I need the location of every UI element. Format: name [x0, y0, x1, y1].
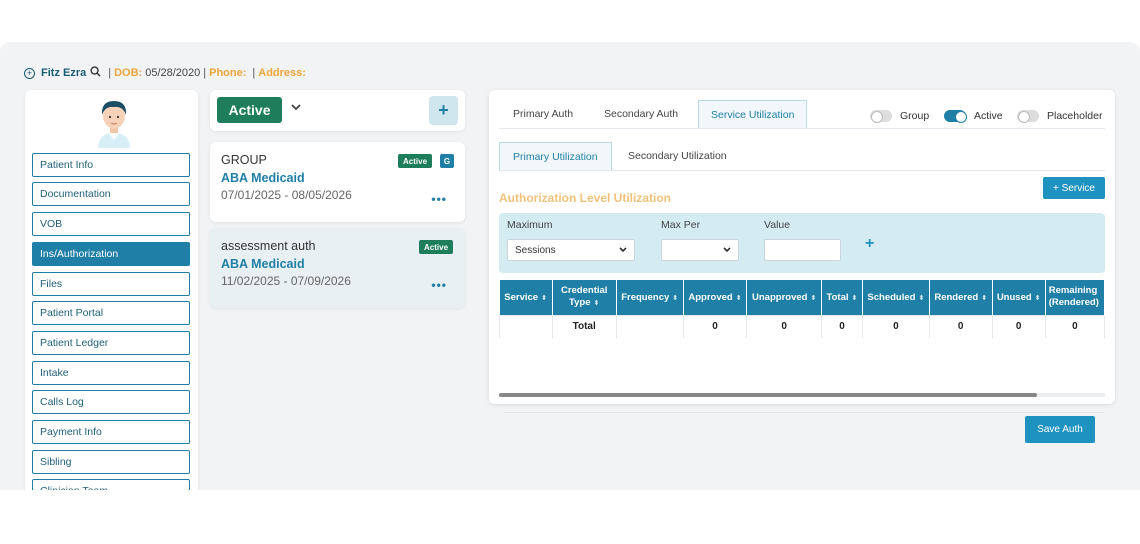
group-toggle[interactable]: Group: [870, 110, 930, 123]
column-header-unused[interactable]: Unused ⬍: [992, 280, 1046, 315]
tab-secondary-utilization[interactable]: Secondary Utilization: [615, 142, 740, 170]
sidebar-item-patient-info[interactable]: Patient Info: [32, 153, 190, 177]
maximum-value: Sessions: [515, 244, 556, 256]
chevron-down-icon: [618, 243, 628, 260]
table-row-total: Total 0 0 0 0 0 0 0: [499, 314, 1105, 338]
toggle-switch[interactable]: [944, 110, 967, 123]
subtab-divider: [499, 170, 1105, 171]
table-cell: 0: [1044, 314, 1105, 338]
phone-label: Phone:: [209, 67, 247, 79]
table-cell: [615, 314, 684, 338]
table-cell: 0: [821, 314, 863, 338]
column-header-remaining[interactable]: Remaining (Rendered): [1045, 280, 1105, 315]
sidebar-item-vob[interactable]: VOB: [32, 212, 190, 236]
footer-divider: [503, 412, 1105, 413]
separator: |: [108, 67, 112, 79]
column-header-total[interactable]: Total ⬍: [821, 280, 863, 315]
toggle-label: Active: [974, 110, 1003, 122]
auth-dates: 07/01/2025 - 08/05/2026: [221, 188, 352, 202]
column-header-rendered[interactable]: Rendered ⬍: [929, 280, 993, 315]
add-auth-button[interactable]: +: [429, 96, 458, 125]
toggle-label: Group: [900, 110, 930, 122]
sidebar-item-patient-ledger[interactable]: Patient Ledger: [32, 331, 190, 355]
auth-card[interactable]: GROUP Active G ABA Medicaid 07/01/2025 -…: [210, 142, 465, 222]
max-per-select[interactable]: [661, 239, 739, 261]
table-cell: 0: [991, 314, 1046, 338]
toggle-switch[interactable]: [870, 110, 892, 123]
patient-sidebar: Patient Info Documentation VOB Ins/Autho…: [25, 90, 198, 490]
avatar: [94, 96, 134, 148]
address-label: Address:: [258, 67, 306, 79]
column-header-credential-type[interactable]: Credential Type ⬍: [552, 280, 617, 315]
sidebar-item-documentation[interactable]: Documentation: [32, 182, 190, 206]
column-header-unapproved[interactable]: Unapproved ⬍: [746, 280, 823, 315]
tab-divider: [499, 128, 1105, 129]
maximum-select[interactable]: Sessions: [507, 239, 635, 261]
expand-icon[interactable]: +: [24, 67, 35, 79]
tab-secondary-auth[interactable]: Secondary Auth: [592, 100, 690, 128]
group-badge: G: [440, 154, 454, 168]
chevron-down-icon: [722, 243, 732, 260]
status-filter-button[interactable]: Active: [217, 97, 282, 123]
table-cell: Total: [551, 314, 617, 338]
auth-card[interactable]: assessment auth Active ABA Medicaid 11/0…: [210, 228, 465, 308]
column-header-frequency[interactable]: Frequency ⬍: [616, 280, 684, 315]
status-badge: Active: [398, 154, 433, 168]
column-header-scheduled[interactable]: Scheduled ⬍: [862, 280, 930, 315]
tab-primary-auth[interactable]: Primary Auth: [501, 100, 585, 128]
patient-name[interactable]: Fitz Ezra: [41, 67, 86, 79]
dob-value: 05/28/2020: [145, 67, 201, 79]
auth-status-bar: Active +: [210, 90, 465, 131]
auth-payer: ABA Medicaid: [221, 257, 305, 271]
sidebar-item-intake[interactable]: Intake: [32, 361, 190, 385]
status-badge: Active: [419, 240, 454, 254]
chevron-down-icon[interactable]: [290, 100, 302, 116]
table-cell: 0: [682, 314, 748, 338]
value-input[interactable]: [764, 239, 841, 261]
maximum-label: Maximum: [507, 219, 553, 231]
sidebar-item-calls-log[interactable]: Calls Log: [32, 390, 190, 414]
more-options-icon[interactable]: •••: [431, 278, 447, 292]
toggle-switch[interactable]: [1017, 110, 1039, 123]
patient-header: + Fitz Ezra | DOB: 05/28/2020 | Phone: |…: [24, 66, 309, 80]
tab-service-utilization[interactable]: Service Utilization: [698, 100, 808, 128]
auth-dates: 11/02/2025 - 07/09/2026: [221, 274, 351, 288]
search-icon[interactable]: [90, 66, 101, 80]
sidebar-item-clinician-team[interactable]: Clinician Team: [32, 479, 190, 490]
more-options-icon[interactable]: •••: [431, 192, 447, 206]
sidebar-item-ins-authorization[interactable]: Ins/Authorization: [32, 242, 190, 266]
section-title: Authorization Level Utilization: [499, 191, 672, 205]
value-label: Value: [764, 219, 791, 231]
active-toggle[interactable]: Active: [944, 110, 1003, 123]
tab-primary-utilization[interactable]: Primary Utilization: [499, 142, 612, 170]
add-service-button[interactable]: + Service: [1043, 177, 1105, 199]
sidebar-item-sibling[interactable]: Sibling: [32, 450, 190, 474]
page-bottom-area: [0, 490, 1140, 544]
save-auth-button[interactable]: Save Auth: [1025, 416, 1095, 443]
authorization-panel: Primary Auth Secondary Auth Service Util…: [489, 90, 1115, 443]
utilization-filter: Maximum Sessions Max Per Value +: [499, 213, 1105, 273]
column-header-approved[interactable]: Approved ⬍: [683, 280, 748, 315]
app-stage: + Fitz Ezra | DOB: 05/28/2020 | Phone: |…: [0, 42, 1140, 490]
sidebar-item-patient-portal[interactable]: Patient Portal: [32, 301, 190, 325]
column-header-service[interactable]: Service ⬍: [499, 280, 553, 315]
sidebar-item-files[interactable]: Files: [32, 272, 190, 296]
table-cell: 0: [928, 314, 993, 338]
add-filter-button[interactable]: +: [865, 235, 874, 253]
auth-payer: ABA Medicaid: [221, 171, 305, 185]
table-cell: 0: [861, 314, 930, 338]
max-per-label: Max Per: [661, 219, 701, 231]
scrollbar-thumb[interactable]: [499, 393, 1037, 397]
dob-label: DOB:: [114, 67, 143, 79]
table-cell: 0: [746, 314, 823, 338]
table-cell: [499, 314, 553, 338]
table-horizontal-scrollbar[interactable]: [499, 393, 1105, 397]
toggle-label: Placeholder: [1047, 110, 1103, 122]
separator: |: [203, 67, 207, 79]
sidebar-item-payment-info[interactable]: Payment Info: [32, 420, 190, 444]
utilization-table: Service ⬍ Credential Type ⬍ Frequency ⬍ App…: [499, 280, 1105, 338]
placeholder-toggle[interactable]: Placeholder: [1017, 110, 1103, 123]
separator: |: [252, 67, 256, 79]
